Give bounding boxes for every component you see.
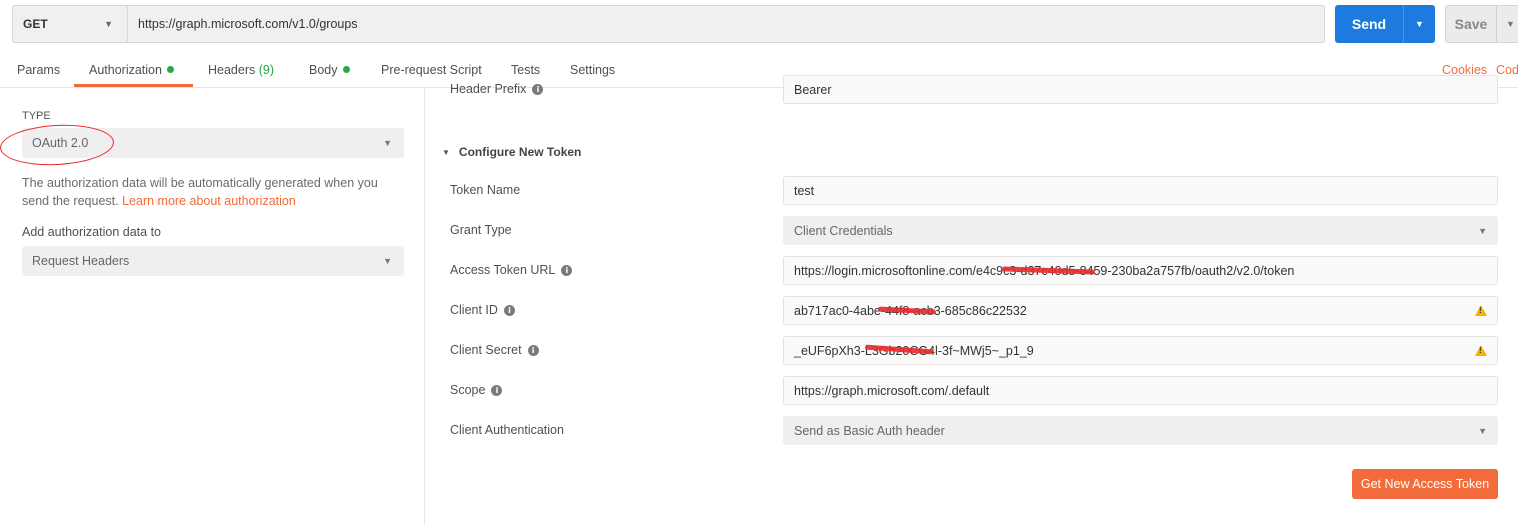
client-authentication-value: Send as Basic Auth header: [794, 423, 945, 438]
send-button-group: Send ▼: [1335, 5, 1435, 43]
header-prefix-label: Header Prefix i: [450, 82, 544, 96]
status-dot-icon: [342, 66, 350, 74]
triangle-down-icon: ▼: [442, 147, 450, 157]
warning-icon[interactable]: [1475, 305, 1487, 316]
client-secret-text: Client Secret: [450, 343, 522, 357]
grant-type-value: Client Credentials: [794, 223, 893, 238]
oauth-config-panel: Header Prefix i Bearer ▼ Configure New To…: [425, 75, 1518, 524]
url-input[interactable]: https://graph.microsoft.com/v1.0/groups: [128, 6, 1324, 42]
code-link[interactable]: Cod: [1496, 63, 1518, 77]
configure-new-token-toggle[interactable]: ▼ Configure New Token: [442, 145, 581, 159]
tab-authorization-label: Authorization: [89, 63, 162, 77]
save-button[interactable]: Save: [1446, 6, 1496, 42]
chevron-down-icon: ▼: [1478, 425, 1487, 436]
info-icon[interactable]: i: [561, 264, 573, 276]
request-url-bar: GET ▼ https://graph.microsoft.com/v1.0/g…: [12, 5, 1325, 43]
get-new-access-token-button[interactable]: Get New Access Token: [1352, 469, 1498, 499]
access-token-url-text: Access Token URL: [450, 263, 556, 277]
access-token-url-input[interactable]: https://login.microsoftonline.com/e4c9c3…: [783, 256, 1498, 285]
scope-value: https://graph.microsoft.com/.default: [794, 383, 990, 398]
add-auth-data-select[interactable]: Request Headers ▼: [22, 246, 404, 276]
add-auth-data-value: Request Headers: [32, 254, 130, 268]
tab-body-label: Body: [309, 63, 338, 77]
tab-body[interactable]: Body: [309, 63, 350, 77]
tab-settings[interactable]: Settings: [570, 63, 615, 77]
tab-tests[interactable]: Tests: [511, 63, 540, 77]
save-dropdown-chevron-icon[interactable]: ▼: [1497, 6, 1518, 42]
info-icon[interactable]: i: [527, 344, 539, 356]
headers-count-badge: (9): [258, 63, 275, 77]
header-prefix-input[interactable]: Bearer: [783, 75, 1498, 104]
learn-more-link[interactable]: Learn more about authorization: [122, 194, 296, 208]
active-tab-indicator: [74, 84, 193, 87]
client-id-text: Client ID: [450, 303, 498, 317]
section-title: Configure New Token: [458, 145, 582, 159]
grant-type-select[interactable]: Client Credentials ▼: [783, 216, 1498, 245]
warning-icon[interactable]: [1475, 345, 1487, 356]
info-icon[interactable]: i: [491, 384, 503, 396]
auth-type-panel: TYPE OAuth 2.0 ▼ The authorization data …: [0, 88, 425, 524]
add-auth-data-label: Add authorization data to: [22, 225, 161, 239]
method-select[interactable]: GET ▼: [13, 6, 128, 42]
tab-authorization[interactable]: Authorization: [89, 63, 174, 77]
tab-prerequest-script[interactable]: Pre-request Script: [381, 63, 482, 77]
tab-params[interactable]: Params: [17, 63, 60, 77]
scope-label: Scope i: [450, 383, 503, 397]
info-icon[interactable]: i: [532, 83, 544, 95]
grant-type-label: Grant Type: [450, 223, 512, 237]
header-prefix-value: Bearer: [794, 82, 832, 97]
chevron-down-icon: ▼: [1478, 225, 1487, 236]
client-authentication-select[interactable]: Send as Basic Auth header ▼: [783, 416, 1498, 445]
tab-headers-label: Headers: [208, 63, 256, 77]
auth-type-select[interactable]: OAuth 2.0 ▼: [22, 128, 404, 158]
info-icon[interactable]: i: [503, 304, 515, 316]
token-name-value: test: [794, 183, 815, 198]
client-id-label: Client ID i: [450, 303, 515, 317]
header-prefix-text: Header Prefix: [450, 82, 527, 96]
access-token-url-label: Access Token URL i: [450, 263, 573, 277]
send-button[interactable]: Send: [1335, 5, 1403, 43]
status-dot-icon: [166, 66, 174, 74]
chevron-down-icon: ▼: [104, 19, 113, 29]
tab-headers[interactable]: Headers (9): [208, 63, 274, 77]
send-dropdown-chevron-icon[interactable]: ▼: [1404, 5, 1435, 43]
method-value: GET: [23, 17, 48, 31]
type-label: TYPE: [22, 110, 51, 122]
token-name-input[interactable]: test: [783, 176, 1498, 205]
chevron-down-icon: ▼: [383, 256, 392, 266]
scope-input[interactable]: https://graph.microsoft.com/.default: [783, 376, 1498, 405]
auth-type-value: OAuth 2.0: [32, 136, 89, 150]
chevron-down-icon: ▼: [383, 138, 392, 148]
token-name-label: Token Name: [450, 183, 521, 197]
client-secret-label: Client Secret i: [450, 343, 539, 357]
auth-hint-text: The authorization data will be automatic…: [22, 174, 402, 210]
client-authentication-label: Client Authentication: [450, 423, 564, 437]
scope-text: Scope: [450, 383, 486, 397]
save-button-group: Save ▼: [1445, 5, 1518, 43]
